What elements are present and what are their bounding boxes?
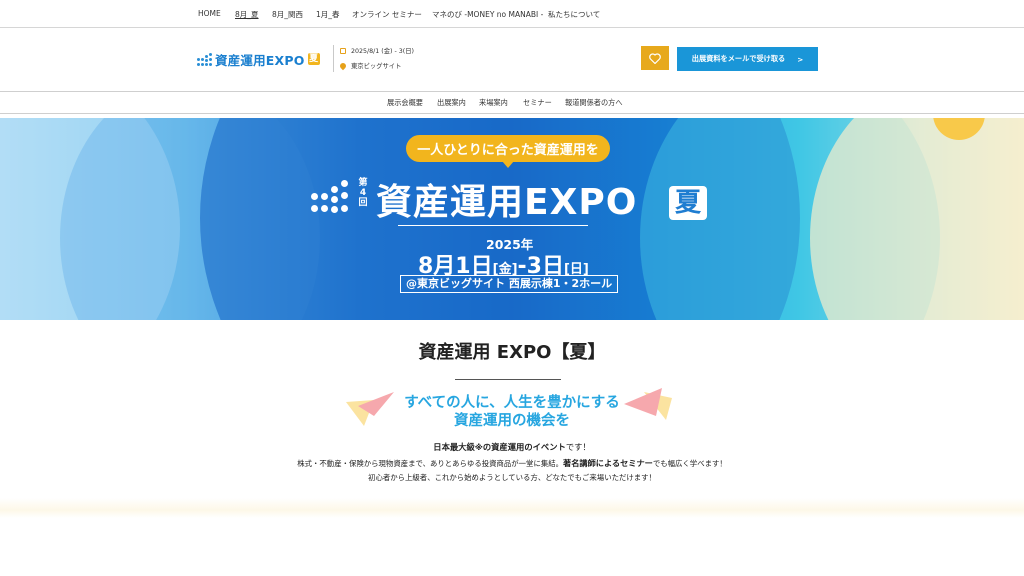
sub-nav-seminar[interactable]: セミナー (523, 98, 552, 108)
sub-nav-exhibit[interactable]: 出展案内 (437, 98, 466, 108)
site-logo[interactable]: 資産運用EXPO 夏 (197, 50, 320, 68)
top-nav-home[interactable]: HOME (198, 9, 221, 18)
hero-arc-far-right (810, 118, 1024, 320)
intro-line-2-a: 株式・不動産・保険から現物資産まで、ありとあらゆる投資商品が一堂に集結。 (297, 459, 564, 468)
intro-line-3: 初心者から上級者、これから始めようとしている方、どなたでもご来場いただけます！ (368, 473, 656, 482)
title-rule (455, 379, 561, 380)
header-venue-text: 東京ビッグサイト (351, 63, 402, 70)
top-nav-online-seminar[interactable]: オンライン セミナー (352, 9, 422, 20)
logo-badge: 夏 (307, 53, 320, 65)
top-nav-about[interactable]: 私たちについて (548, 9, 600, 20)
hero-logo-dots-icon (311, 180, 349, 214)
hero-venue: @東京ビッグサイト 西展示棟1・2ホール (400, 275, 619, 293)
sub-nav-press[interactable]: 報道関係者の方へ (565, 98, 623, 108)
logo-dots-icon (197, 52, 212, 66)
hero-pill: 一人ひとりに合った資産運用を (406, 135, 610, 168)
location-pin-icon (338, 61, 348, 70)
calendar-icon (340, 47, 346, 54)
header-divider (333, 45, 334, 72)
tagline-line-2: 資産運用の機会を (454, 413, 570, 429)
top-nav-kansai[interactable]: 8月_関西 (272, 9, 303, 20)
chevron-right-icon: > (797, 54, 804, 64)
page-title: 資産運用 EXPO【夏】 (418, 342, 606, 363)
site-header: 資産運用EXPO 夏 2025/8/1 (金) - 3(日) 東京ビッグサイト … (0, 28, 1024, 90)
logo-text: 資産運用EXPO (215, 52, 305, 68)
hero-badge: 夏 (669, 186, 707, 220)
intro-line-1-rest: です！ (565, 442, 591, 452)
hero-banner: 一人ひとりに合った資産運用を 第4回 資産運用EXPO 夏 2025年 8月1日… (0, 118, 1024, 320)
sub-nav-overview[interactable]: 展示会概要 (387, 98, 423, 108)
sub-nav-visit[interactable]: 来場案内 (479, 98, 508, 108)
top-nav: HOME 8月_夏 8月_関西 1月_春 オンライン セミナー マネのび -MO… (0, 0, 1024, 28)
hero-title: 資産運用EXPO (376, 182, 638, 223)
header-date: 2025/8/1 (金) - 3(日) (340, 46, 414, 55)
intro-line-1-strong: 日本最大級※の資産運用のイベント (433, 442, 566, 452)
cta-label: 出展資料をメールで受け取る (691, 54, 786, 63)
heart-icon (649, 52, 661, 64)
hero-edition: 第4回 (358, 178, 368, 208)
request-materials-button[interactable]: 出展資料をメールで受け取る > (677, 47, 818, 71)
intro-line-1: 日本最大級※の資産運用のイベントです！ (0, 441, 1024, 453)
bottom-decoration (0, 498, 1024, 518)
top-nav-spring[interactable]: 1月_春 (316, 9, 340, 20)
sub-nav: 展示会概要 出展案内 来場案内 セミナー 報道関係者の方へ (0, 91, 1024, 114)
header-date-text: 2025/8/1 (金) - 3(日) (351, 48, 414, 55)
favorite-button[interactable] (641, 46, 669, 70)
top-nav-manenobi[interactable]: マネのび -MONEY no MANABI - (432, 9, 543, 20)
intro-line-2-strong: 著名講師によるセミナー (563, 458, 653, 468)
header-venue: 東京ビッグサイト (338, 61, 402, 70)
hero-divider (398, 225, 588, 226)
intro-line-2-b: でも幅広く学べます！ (652, 459, 727, 468)
intro-line-2: 株式・不動産・保険から現物資産まで、ありとあらゆる投資商品が一堂に集結。著名講師… (0, 457, 1024, 469)
top-nav-summer[interactable]: 8月_夏 (235, 9, 259, 20)
